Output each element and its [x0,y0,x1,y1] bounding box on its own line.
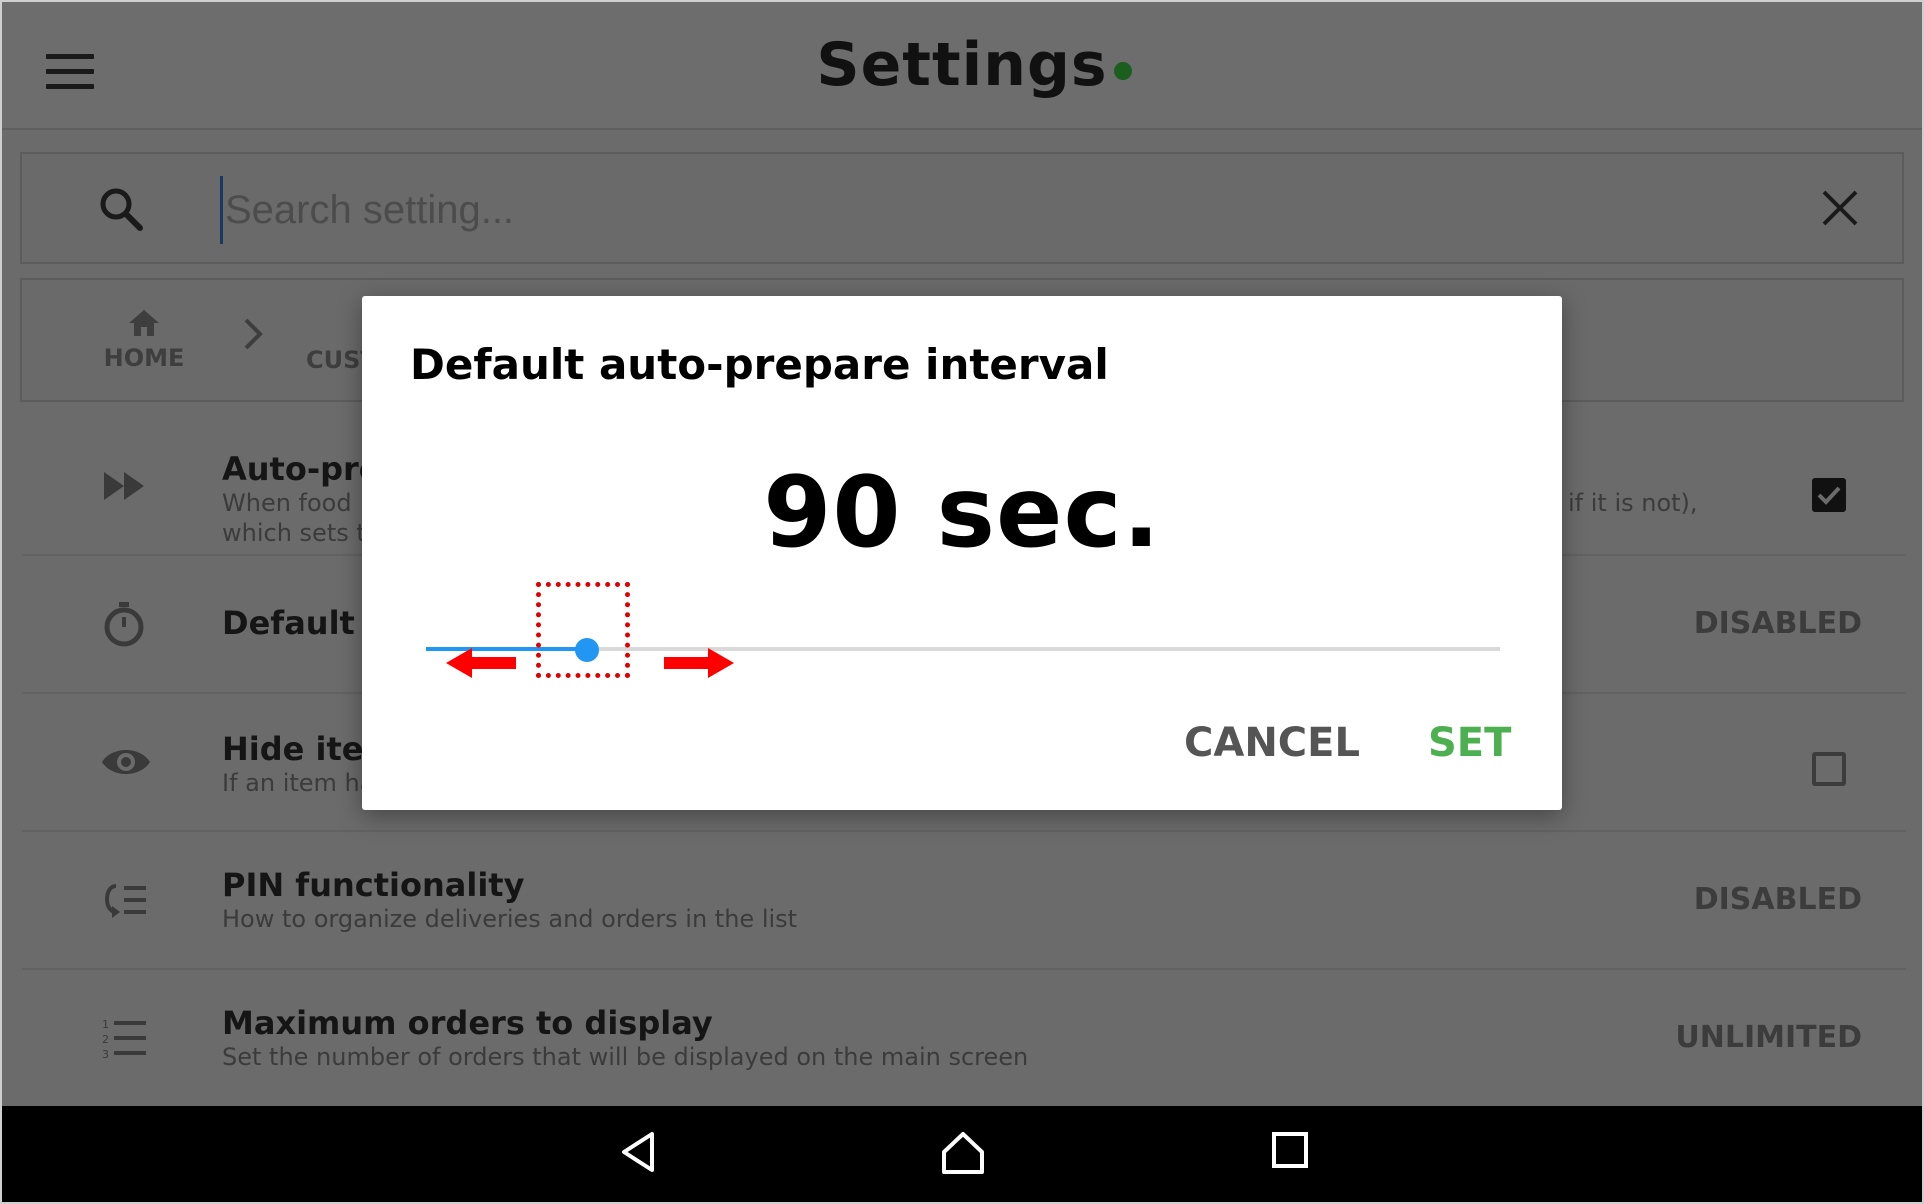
back-icon[interactable] [618,1130,662,1178]
svg-text:1: 1 [102,1018,109,1031]
interval-dialog: Default auto-prepare interval 90 sec. CA… [362,296,1562,810]
home-icon [129,310,159,336]
arrow-right-icon [664,648,734,682]
setting-checkbox[interactable] [1812,752,1846,786]
status-indicator [1114,62,1132,80]
setting-subtitle: If an item ha [222,769,375,797]
dialog-title: Default auto-prepare interval [410,340,1109,389]
search-icon [98,186,144,236]
page-title: Settings [816,30,1108,100]
home-icon[interactable] [940,1130,986,1180]
svg-text:3: 3 [102,1048,109,1061]
breadcrumb-home-label: HOME [103,344,185,372]
search-bar [20,152,1904,264]
setting-subtitle: How to organize deliveries and orders in… [222,905,798,933]
setting-title: Maximum orders to display [222,1004,713,1042]
setting-value: UNLIMITED [1675,1020,1862,1055]
svg-text:2: 2 [102,1033,109,1046]
setting-row-max-orders[interactable]: 1 2 3 Maximum orders to display Set the nu… [22,970,1906,1106]
timer-icon [100,600,148,648]
fast-forward-icon [100,462,148,510]
chevron-right-icon [242,316,264,356]
recents-icon[interactable] [1270,1130,1310,1174]
setting-value: DISABLED [1693,606,1862,641]
cancel-button[interactable]: CANCEL [1184,720,1360,766]
numbered-list-icon: 1 2 3 [100,1014,148,1062]
system-nav-bar [2,1106,1922,1202]
setting-subtitle-tail: if it is not), [1568,489,1698,517]
slider-thumb-highlight [536,582,630,678]
setting-subtitle: When food [222,489,352,517]
setting-value: DISABLED [1693,882,1862,917]
pin-list-icon [100,876,148,924]
eye-icon [100,738,150,786]
setting-checkbox[interactable] [1812,478,1846,512]
close-icon[interactable] [1820,188,1860,232]
set-button[interactable]: SET [1428,720,1511,766]
setting-subtitle-line2: which sets t [222,519,366,547]
setting-title: Hide iter [222,730,380,768]
setting-title: Auto-pre [222,450,381,488]
interval-value: 90 sec. [763,456,1161,570]
app-bar: Settings [2,2,1922,130]
search-input[interactable] [220,176,1727,244]
setting-title: PIN functionality [222,866,525,904]
arrow-left-icon [446,648,516,682]
breadcrumb-home[interactable]: HOME [84,308,204,372]
setting-subtitle: Set the number of orders that will be di… [222,1043,1029,1071]
setting-row-pin[interactable]: PIN functionality How to organize delive… [22,832,1906,970]
